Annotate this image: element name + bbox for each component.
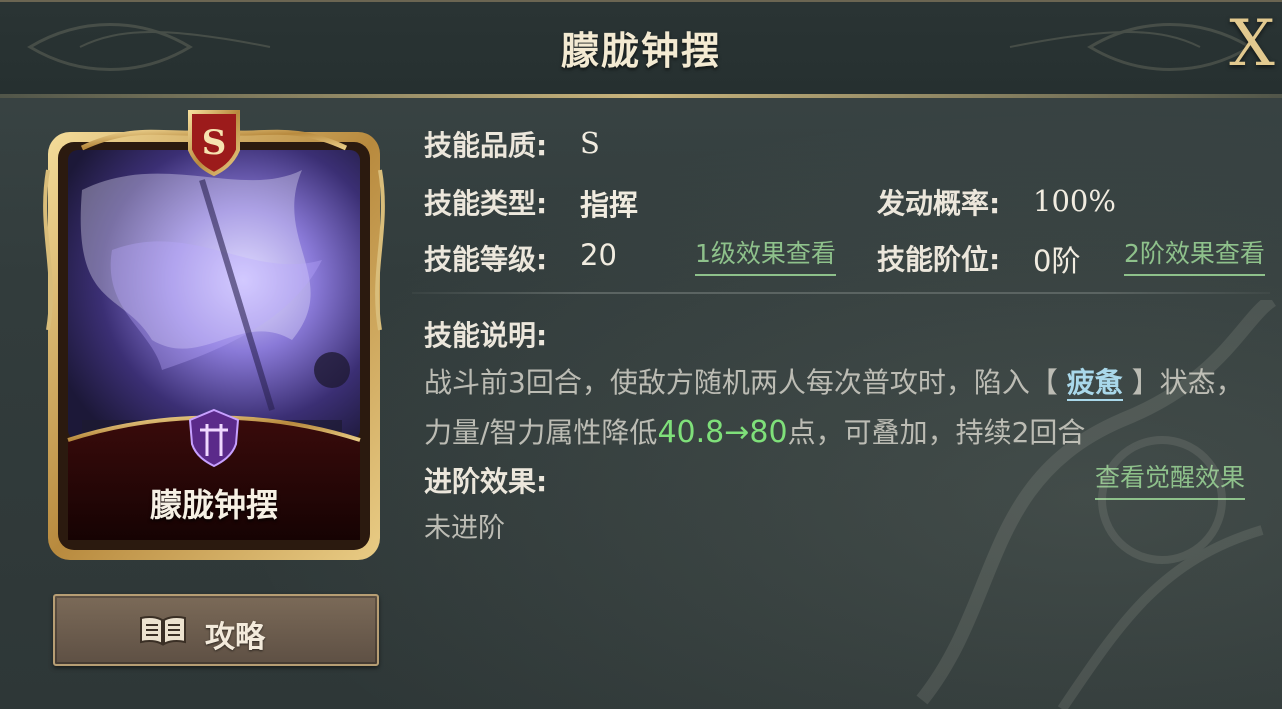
title-bar: 朦胧钟摆 — [0, 0, 1282, 98]
level-label: 技能等级: — [424, 243, 548, 276]
chance-value: 100% — [1033, 184, 1116, 218]
level-effect-link[interactable]: 1级效果查看 — [695, 234, 836, 276]
background-ornament — [916, 300, 1277, 709]
chance-label: 发动概率: — [877, 187, 1001, 220]
book-icon — [140, 615, 186, 646]
advance-label: 进阶效果: — [424, 465, 548, 498]
value-arrow: → — [724, 415, 750, 450]
guide-button-label: 攻略 — [205, 620, 265, 655]
quality-value: S — [580, 126, 600, 160]
type-value: 指挥 — [580, 188, 639, 222]
rank-label: 技能阶位: — [877, 243, 1001, 276]
section-divider — [412, 292, 1270, 294]
rank-value: 0阶 — [1033, 244, 1081, 278]
card-name: 朦胧钟摆 — [149, 486, 278, 524]
quality-label: 技能品质: — [424, 129, 548, 162]
value-to: 80 — [749, 415, 788, 450]
type-label: 技能类型: — [424, 187, 548, 220]
guide-button[interactable]: 攻略 — [53, 594, 379, 666]
advance-status: 未进阶 — [424, 513, 505, 544]
page-title: 朦胧钟摆 — [560, 29, 721, 73]
description-label: 技能说明: — [424, 319, 548, 352]
level-value: 20 — [580, 238, 617, 272]
rank-effect-link[interactable]: 2阶效果查看 — [1124, 234, 1265, 276]
grade-badge: S — [202, 123, 227, 163]
value-from: 40.8 — [657, 415, 725, 450]
close-button[interactable]: X — [1224, 8, 1280, 80]
